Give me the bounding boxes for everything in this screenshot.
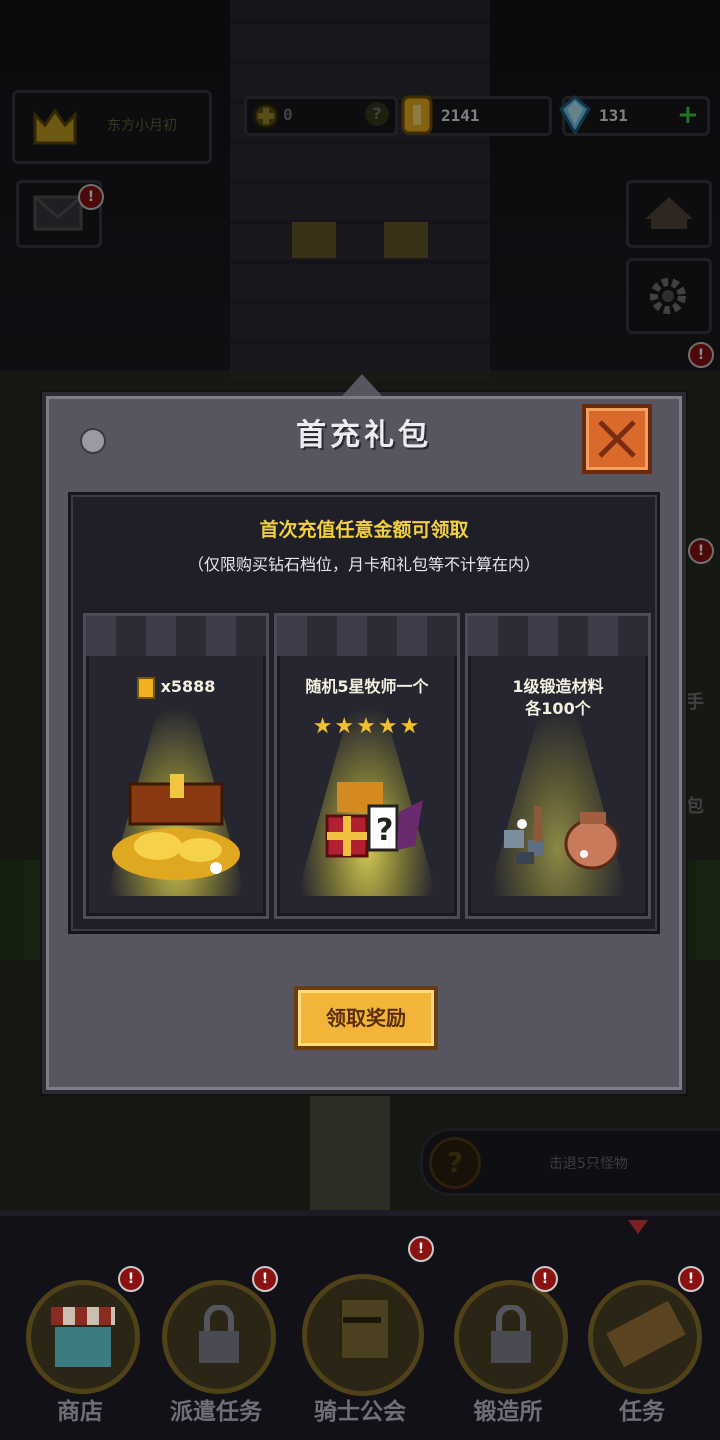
bottom-nav: 商店 ! 派遣任务 ! 骑士公会 ! 锻造所 ! 任务 ! (0, 1210, 720, 1440)
nav-item-knight-guild[interactable]: 骑士公会 (290, 1240, 430, 1430)
modal-subtitle: 首次充值任意金额可领取 (259, 519, 469, 541)
nav-item-forge[interactable]: 锻造所 (438, 1260, 578, 1430)
nav-label-tasks: 任务 (619, 1399, 665, 1425)
scroll-icon (588, 1280, 702, 1394)
card-arch (468, 616, 648, 656)
reward-panel: 首次充值任意金额可领取 （仅限购买钻石档位，月卡和礼包等不计算在内） x5888… (68, 492, 660, 934)
reward-materials-title: 1级锻造材料 各100个 (512, 677, 604, 718)
claim-reward-button[interactable]: 领取奖励 (294, 986, 438, 1050)
lock-icon (199, 1305, 239, 1363)
dispatch-icon (162, 1280, 276, 1394)
nav-divider (0, 1210, 720, 1216)
nav-label-dispatch: 派遣任务 (170, 1399, 262, 1425)
forge-alert-badge: ! (532, 1266, 558, 1292)
nav-label-shop: 商店 (57, 1399, 103, 1425)
tasks-alert-badge: ! (678, 1266, 704, 1292)
card-arch (277, 616, 457, 656)
shop-icon (26, 1280, 140, 1394)
forge-materials-icon (504, 806, 620, 870)
treasure-chest-icon (112, 774, 240, 880)
card-arch (86, 616, 266, 656)
guild-alert-badge: ! (408, 1236, 434, 1262)
reward-card-materials: 1级锻造材料 各100个 (465, 613, 651, 919)
nav-label-forge: 锻造所 (473, 1399, 543, 1425)
lock-icon (491, 1305, 531, 1363)
reward-card-priest: 随机5星牧师一个 ★★★★★ ? (274, 613, 460, 919)
forge-icon (454, 1280, 568, 1394)
first-recharge-modal: 首充礼包 首次充值任意金额可领取 （仅限购买钻石档位，月卡和礼包等不计算在内） … (42, 374, 686, 1094)
reward-priest-title: 随机5星牧师一个 (305, 677, 429, 696)
gold-coin-icon (136, 676, 155, 699)
nav-label-knight-guild: 骑士公会 (314, 1399, 406, 1425)
svg-text:?: ? (376, 813, 393, 848)
tasks-pointer-icon (628, 1220, 648, 1234)
reward-gold-amount: x5888 (86, 676, 266, 699)
shop-alert-badge: ! (118, 1266, 144, 1292)
dispatch-alert-badge: ! (252, 1266, 278, 1292)
reward-card-gold: x5888 (83, 613, 269, 919)
close-icon (598, 420, 636, 458)
mystery-hero-icon: ? (325, 782, 423, 858)
five-star-rating: ★★★★★ (312, 714, 422, 739)
close-button[interactable] (582, 404, 652, 474)
knight-helmet-icon (302, 1274, 424, 1396)
modal-note: （仅限购买钻石档位，月卡和礼包等不计算在内） (187, 555, 540, 574)
